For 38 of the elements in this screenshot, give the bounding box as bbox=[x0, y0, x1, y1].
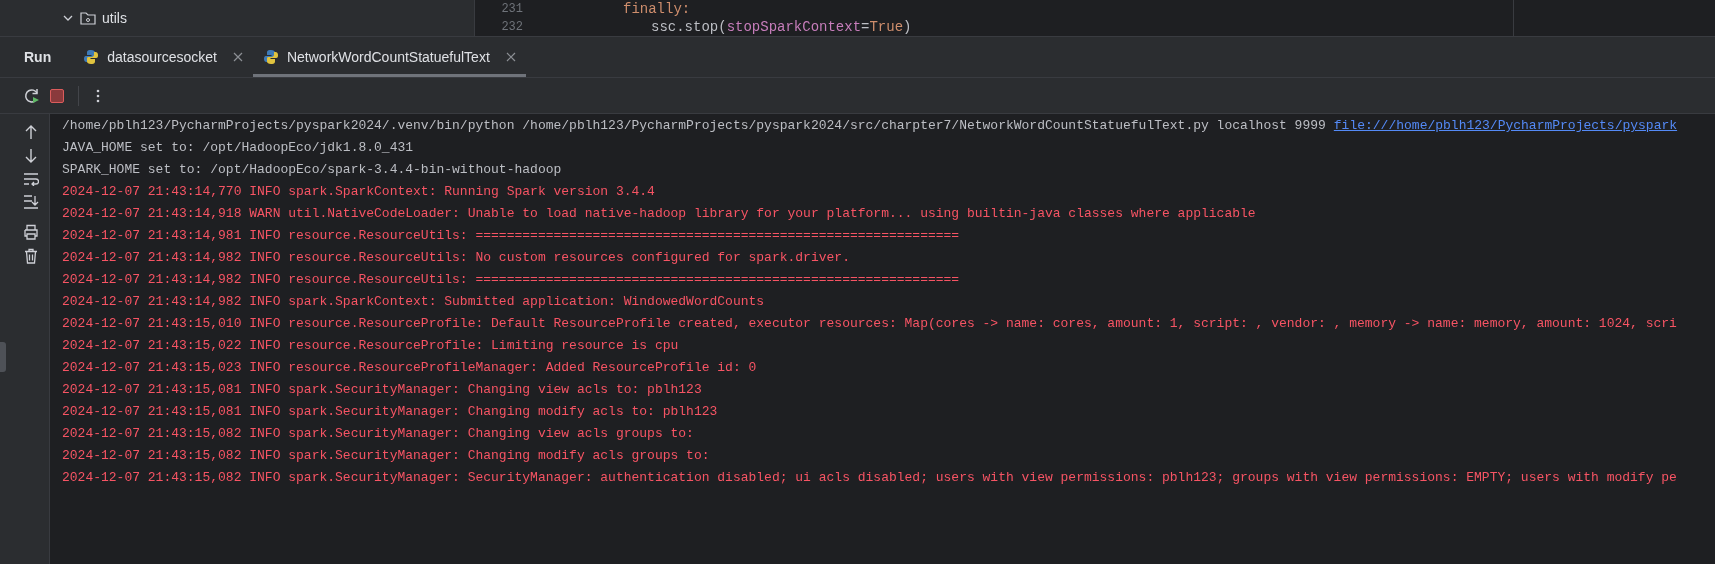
python-icon bbox=[262, 49, 279, 65]
side-handle[interactable] bbox=[0, 342, 6, 372]
console-line: 2024-12-07 21:43:15,082 INFO spark.SecurityManager: Changing view acls groups to: bbox=[62, 425, 694, 443]
console-line: 2024-12-07 21:43:14,770 INFO spark.SparkContext: Running Spark version 3.4.4 bbox=[62, 183, 655, 201]
code-line: ssc.stop(stopSparkContext=True) bbox=[651, 18, 912, 36]
scroll-to-end-icon[interactable] bbox=[22, 194, 39, 210]
trash-icon[interactable] bbox=[23, 248, 38, 264]
console-line: 2024-12-07 21:43:15,082 INFO spark.SecurityManager: Changing modify acls groups to: bbox=[62, 447, 710, 465]
console-line: 2024-12-07 21:43:15,082 INFO spark.SecurityManager: SecurityManager: authentication disabled; ui acls disabled; users with view permissions: pblh123; groups with view permissions: EMPTY; users with modify pe bbox=[62, 469, 1677, 487]
console-line: 2024-12-07 21:43:14,982 INFO resource.ResourceUtils: ============================================================== bbox=[62, 271, 960, 289]
code-line: finally: bbox=[623, 0, 691, 18]
line-number: 232 bbox=[500, 19, 523, 36]
console-line: 2024-12-07 21:43:14,918 WARN util.NativeCodeLoader: Unable to load native-hadoop library for your platform... using builtin-java classes where applicable bbox=[62, 205, 1256, 223]
console-line: JAVA_HOME set to: /opt/HadoopEco/jdk1.8.0_431 bbox=[62, 139, 414, 157]
console-line: 2024-12-07 21:43:14,981 INFO resource.ResourceUtils: ============================================================== bbox=[62, 227, 960, 245]
console-line: 2024-12-07 21:43:15,081 INFO spark.SecurityManager: Changing view acls to: pblh123 bbox=[62, 381, 702, 399]
console-line: /home/pblh123/PycharmProjects/pyspark2024/.venv/bin/python /home/pblh123/PycharmProjects/pyspark2024/src/charpter7/NetworkWordCountStatuefulText.py localhost 9999 bbox=[62, 117, 1326, 135]
up-arrow-icon[interactable] bbox=[23, 124, 38, 140]
line-number: 231 bbox=[500, 1, 523, 18]
console-line: 2024-12-07 21:43:14,982 INFO spark.SparkContext: Submitted application: WindowedWordCounts bbox=[62, 293, 765, 311]
panel-title: Run bbox=[24, 47, 52, 67]
print-icon[interactable] bbox=[22, 224, 39, 240]
console-line: 2024-12-07 21:43:15,023 INFO resource.ResourceProfileManager: Added ResourceProfile id: 0 bbox=[62, 359, 757, 377]
tree-item[interactable]: utils bbox=[102, 7, 127, 29]
console-line: 2024-12-07 21:43:15,010 INFO resource.ResourceProfile: Default ResourceProfile created, executor resources: Map(cores -> name: cores, amount: 1, script: , vendor: , memory -> name: memory, amount: 1024, scri bbox=[62, 315, 1677, 333]
soft-wrap-icon[interactable] bbox=[22, 172, 39, 186]
console-line: SPARK_HOME set to: /opt/HadoopEco/spark-3.4.4-bin-without-hadoop bbox=[62, 161, 562, 179]
folder-icon bbox=[80, 11, 96, 25]
console-line: 2024-12-07 21:43:14,982 INFO resource.ResourceUtils: No custom resources configured for spark.driver. bbox=[62, 249, 850, 267]
console-line: 2024-12-07 21:43:15,081 INFO spark.SecurityManager: Changing modify acls to: pblh123 bbox=[62, 403, 718, 421]
stop-icon[interactable] bbox=[50, 88, 64, 103]
close-icon[interactable] bbox=[505, 52, 516, 62]
down-arrow-icon[interactable] bbox=[23, 148, 38, 164]
console-line: 2024-12-07 21:43:15,022 INFO resource.ResourceProfile: Limiting resource is cpu bbox=[62, 337, 679, 355]
run-tab[interactable]: datasourcesocket bbox=[73, 37, 253, 77]
python-icon bbox=[83, 49, 100, 65]
file-link[interactable]: file:///home/pblh123/PycharmProjects/pyspark bbox=[1333, 115, 1678, 137]
close-icon[interactable] bbox=[232, 52, 243, 62]
